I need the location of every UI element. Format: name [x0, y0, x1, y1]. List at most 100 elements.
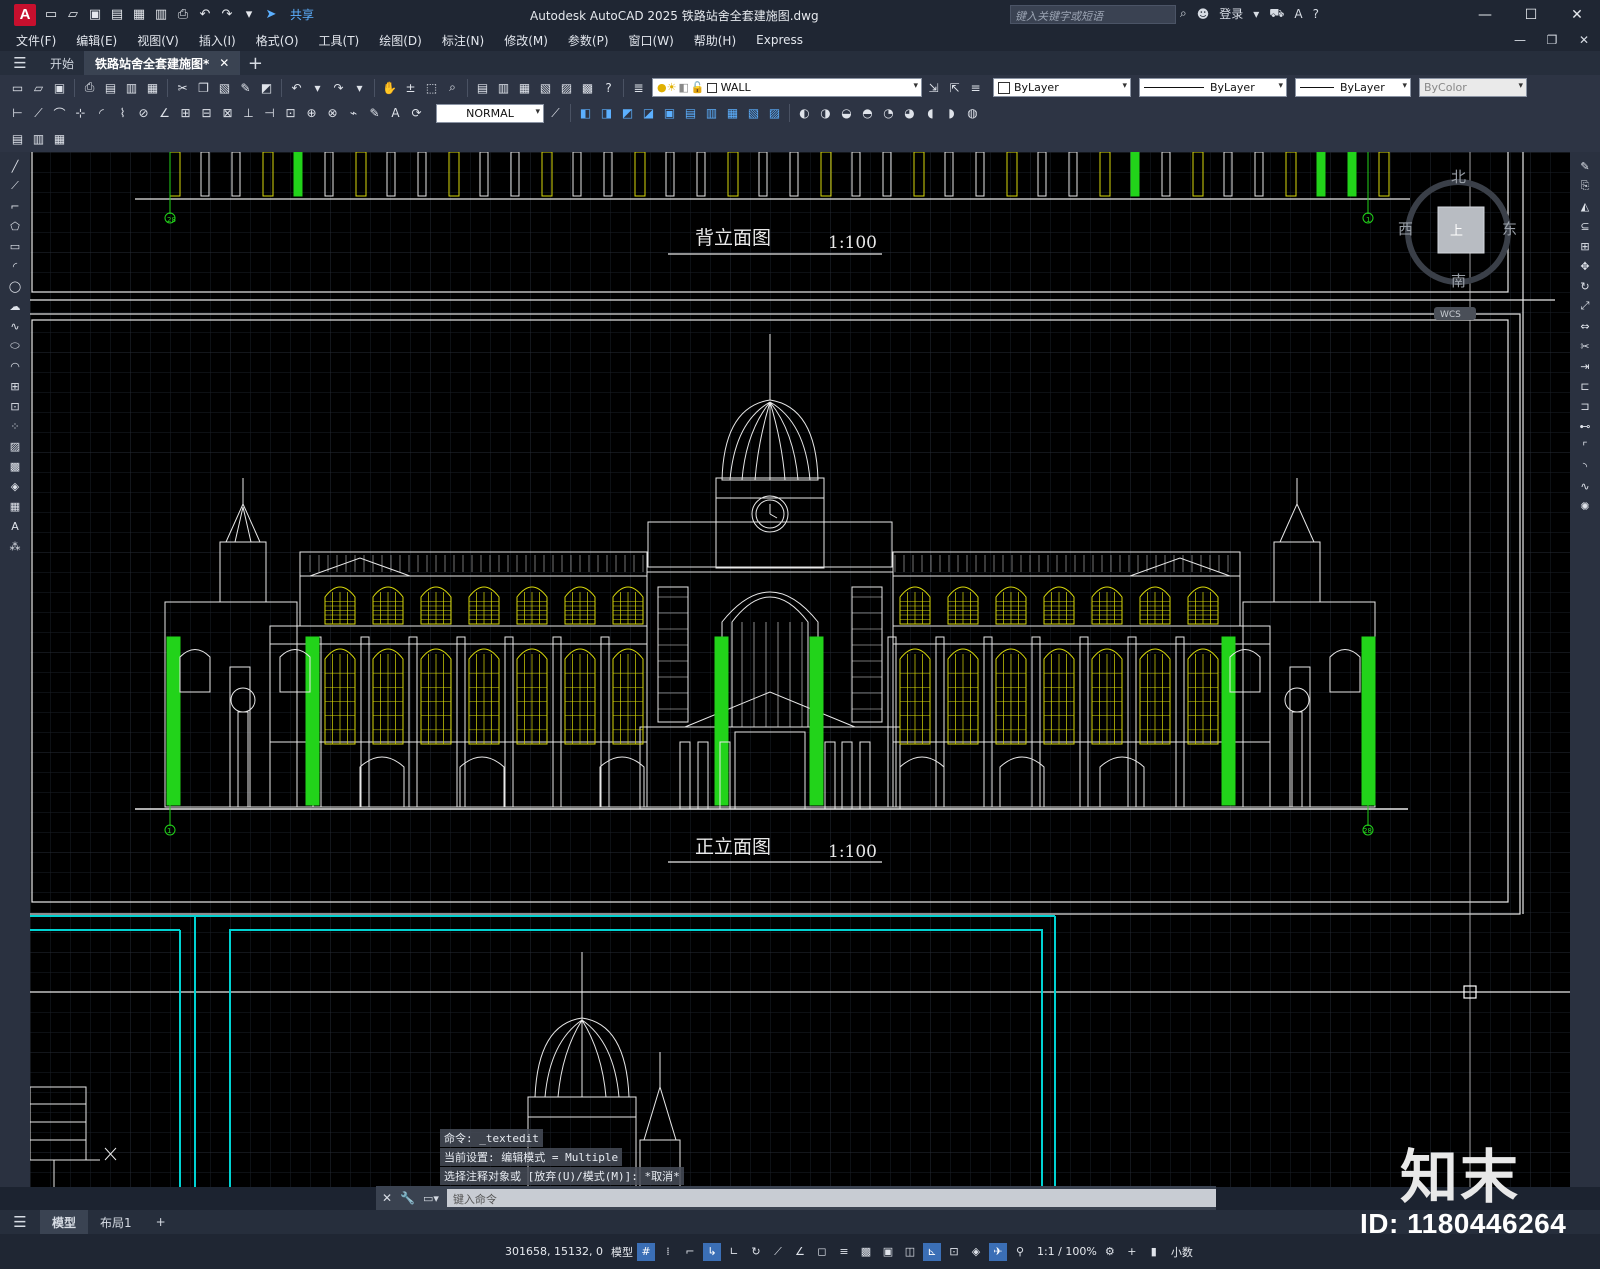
snap-icon[interactable]: ⁞	[659, 1243, 677, 1261]
menu-item-file[interactable]: 文件(F)	[16, 32, 56, 49]
shade-icon-6[interactable]: ◕	[900, 104, 919, 123]
menu-item-help[interactable]: 帮助(H)	[694, 32, 736, 49]
mtext-icon[interactable]: A	[7, 518, 23, 534]
region-icon[interactable]: ◈	[7, 478, 23, 494]
move-icon[interactable]: ✥	[1577, 258, 1593, 274]
menu-item-window[interactable]: 窗口(W)	[629, 32, 674, 49]
copy-object-icon[interactable]: ⎘	[1577, 178, 1593, 194]
quick-dim-icon[interactable]: ⊞	[176, 104, 195, 123]
dim-angular-icon[interactable]: ∠	[155, 104, 174, 123]
stretch-icon[interactable]: ⇔	[1577, 318, 1593, 334]
doc-minimize-icon[interactable]: —	[1504, 29, 1536, 51]
lineweight-icon[interactable]: ≡	[835, 1243, 853, 1261]
tab-start[interactable]: 开始	[40, 51, 86, 75]
layer-states-icon[interactable]: ≡	[966, 78, 985, 97]
menu-item-insert[interactable]: 插入(I)	[199, 32, 236, 49]
zoom-realtime-icon[interactable]: ±	[401, 78, 420, 97]
annotation-add-icon[interactable]: +	[1123, 1243, 1141, 1261]
viewcube-west-label[interactable]: 西	[1398, 220, 1413, 238]
plot-icon[interactable]: ⎙	[80, 78, 99, 97]
shade-icon-2[interactable]: ◑	[816, 104, 835, 123]
tab-drawing[interactable]: 铁路站舍全套建施图* ✕	[85, 51, 241, 75]
gradient-icon[interactable]: ▩	[7, 458, 23, 474]
dim-space-icon[interactable]: ⊥	[239, 104, 258, 123]
preview-icon[interactable]: ▤	[101, 78, 120, 97]
selection-cycling-icon[interactable]: ▣	[879, 1243, 897, 1261]
object-snap-icon[interactable]: ◻	[813, 1243, 831, 1261]
table-icon[interactable]: ▦	[7, 498, 23, 514]
gizmo-icon[interactable]: ⊡	[945, 1243, 963, 1261]
menu-item-express[interactable]: Express	[756, 33, 803, 47]
login-button[interactable]: 登录	[1219, 5, 1243, 22]
inspection-icon[interactable]: ⊗	[323, 104, 342, 123]
revcloud-icon[interactable]: ☁	[7, 298, 23, 314]
add-layout-button[interactable]: +	[144, 1210, 178, 1234]
redo-icon[interactable]: ↷	[218, 6, 236, 24]
transparency-icon[interactable]: ▩	[857, 1243, 875, 1261]
plotstyle-dropdown[interactable]: ByColor ▾	[1419, 78, 1527, 97]
maximize-icon[interactable]: ☐	[1508, 0, 1554, 29]
mirror-icon[interactable]: ◭	[1577, 198, 1593, 214]
rectangle-icon[interactable]: ▭	[7, 238, 23, 254]
viewcube-south-label[interactable]: 南	[1451, 272, 1466, 290]
shade-icon-1[interactable]: ◐	[795, 104, 814, 123]
zoom-window-icon[interactable]: ⬚	[422, 78, 441, 97]
viewcube-wcs-label[interactable]: WCS	[1440, 310, 1461, 320]
layer-manager-icon[interactable]: ≣	[629, 78, 648, 97]
dim-style-manager-icon[interactable]: ⟋	[546, 104, 565, 123]
object-snap-tracking-icon[interactable]: ∠	[791, 1243, 809, 1261]
isodraft-icon[interactable]: ⟋	[769, 1243, 787, 1261]
units-icon[interactable]: ▮	[1145, 1243, 1163, 1261]
viewcube-north-label[interactable]: 北	[1451, 168, 1466, 186]
print-icon[interactable]: ⎙	[174, 6, 192, 24]
save-icon[interactable]: ▣	[50, 78, 69, 97]
model-space-toggle[interactable]: 模型	[611, 1244, 633, 1260]
coordinate-readout[interactable]: 301658, 15132, 0	[505, 1245, 603, 1258]
autodesk-app-icon[interactable]: A	[1294, 7, 1302, 21]
customize-dropdown-icon[interactable]: ▾	[240, 6, 258, 24]
shade-icon-9[interactable]: ◍	[963, 104, 982, 123]
menu-item-parametric[interactable]: 参数(P)	[568, 32, 609, 49]
command-input[interactable]: 键入命令	[446, 1189, 1216, 1207]
array-icon[interactable]: ⊞	[1577, 238, 1593, 254]
insert-block-icon[interactable]: ⊞	[7, 378, 23, 394]
app-menu-icon[interactable]: ☰	[0, 54, 40, 72]
drawing-canvas[interactable]: 背立面图 1:100 28 1 1 28 正立面图 1:100 上 北 南 西 …	[30, 152, 1570, 1187]
open-icon[interactable]: ▱	[29, 78, 48, 97]
layer-dropdown[interactable]: ●☀ ◧ 🔓 WALL ▾	[652, 78, 922, 97]
dim-text-edit-icon[interactable]: A	[386, 104, 405, 123]
copy-icon[interactable]: ❐	[194, 78, 213, 97]
dim-linear-icon[interactable]: ⊢	[8, 104, 27, 123]
color-dropdown[interactable]: ByLayer ▾	[993, 78, 1131, 97]
minimize-icon[interactable]: —	[1462, 0, 1508, 29]
infer-constraints-icon[interactable]: ⌐	[681, 1243, 699, 1261]
grid-icon[interactable]: #	[636, 1242, 655, 1261]
blend-icon[interactable]: ∿	[1577, 478, 1593, 494]
command-recent-icon[interactable]: ▭▾	[423, 1192, 439, 1205]
search-input[interactable]: 键入关键字或短语	[1010, 5, 1176, 24]
linetype-dropdown[interactable]: ByLayer ▾	[1139, 78, 1287, 97]
shade-icon-3[interactable]: ◒	[837, 104, 856, 123]
dim-diameter-icon[interactable]: ⊘	[134, 104, 153, 123]
view-icon-5[interactable]: ▣	[660, 104, 679, 123]
command-close-icon[interactable]: ✕	[382, 1191, 392, 1205]
explode-icon[interactable]: ✺	[1577, 498, 1593, 514]
chamfer-icon[interactable]: ⌜	[1577, 438, 1593, 454]
point-icon[interactable]: ⁘	[7, 418, 23, 434]
menu-item-dimension[interactable]: 标注(N)	[442, 32, 484, 49]
pan-icon[interactable]: ✋	[380, 78, 399, 97]
autocad-logo-icon[interactable]: A	[14, 3, 36, 26]
new-file-icon[interactable]: ▭	[42, 6, 60, 24]
paste-icon[interactable]: ▧	[215, 78, 234, 97]
break-icon[interactable]: ⊐	[1577, 398, 1593, 414]
menu-item-format[interactable]: 格式(O)	[256, 32, 299, 49]
dim-break-icon[interactable]: ⊣	[260, 104, 279, 123]
undo-icon[interactable]: ↶	[196, 6, 214, 24]
join-icon[interactable]: ⊷	[1577, 418, 1593, 434]
menu-item-tools[interactable]: 工具(T)	[319, 32, 360, 49]
save-as-icon[interactable]: ▤	[108, 6, 126, 24]
undo-dropdown-icon[interactable]: ▾	[308, 78, 327, 97]
dim-continue-icon[interactable]: ⊠	[218, 104, 237, 123]
menu-item-edit[interactable]: 编辑(E)	[76, 32, 117, 49]
view-icon-1[interactable]: ◧	[576, 104, 595, 123]
